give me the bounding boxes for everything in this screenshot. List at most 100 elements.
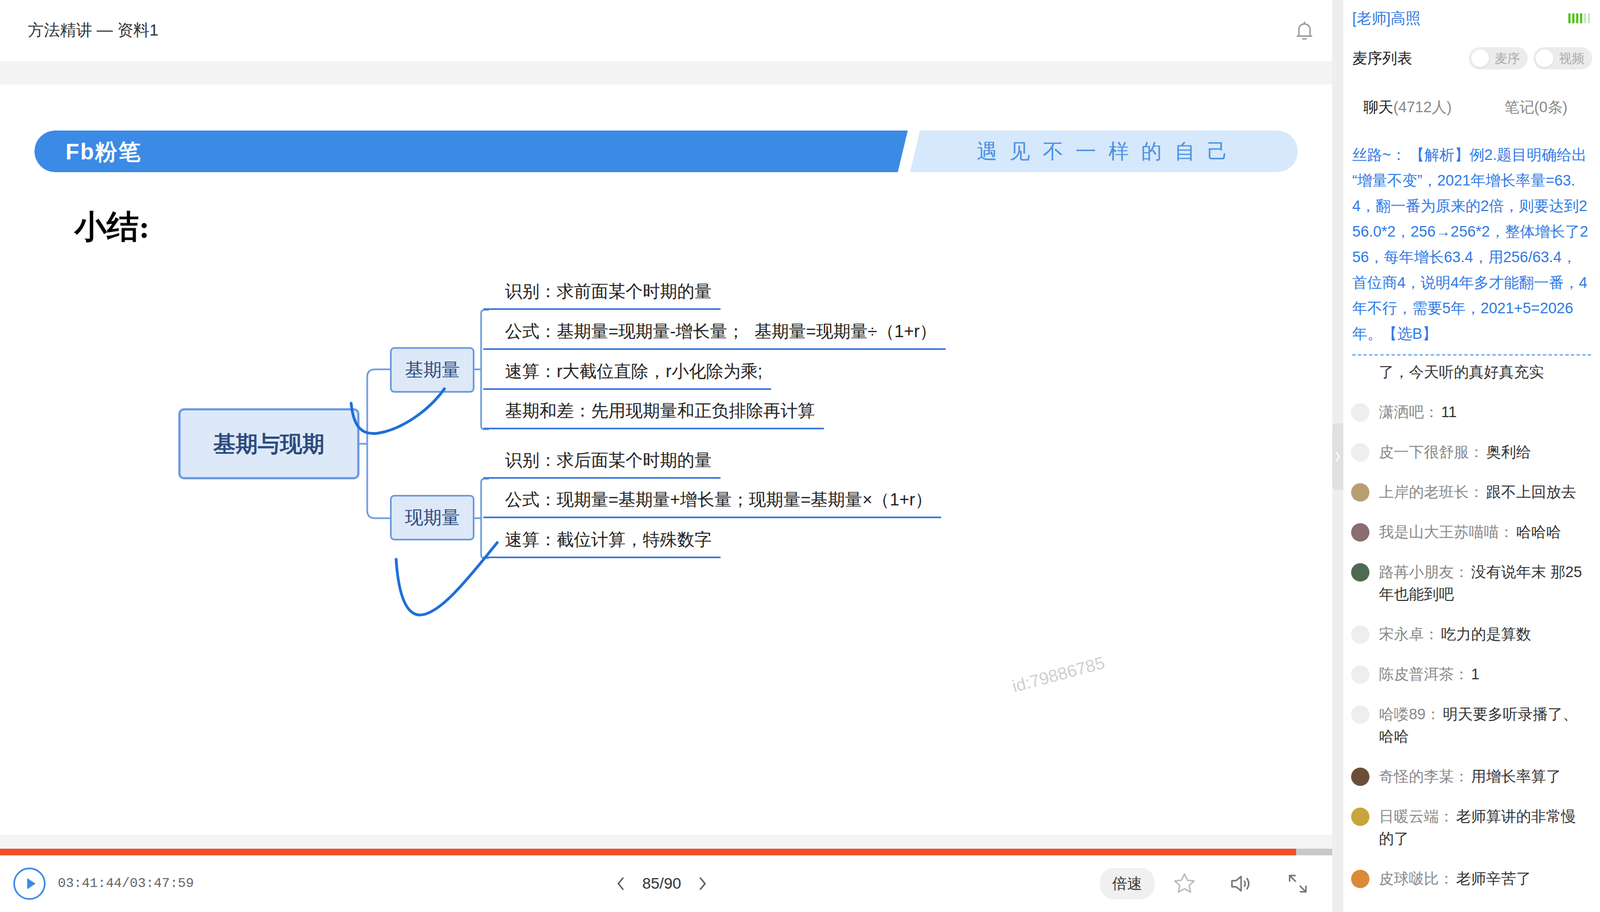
toggle-knob xyxy=(1471,49,1489,68)
chevron-right-icon xyxy=(1334,450,1342,464)
bottom-gap xyxy=(0,835,1333,849)
chat-message: 皮一下很舒服：奥利给 xyxy=(1351,441,1590,464)
avatar-photo[interactable] xyxy=(1351,870,1370,889)
player-area: 方法精讲 — 资料1 Fb粉笔遇 见 不 一 样 的 自 己小结:基期与现期基期… xyxy=(0,0,1333,912)
branch-label: 现期量 xyxy=(405,503,460,532)
message-separator: ： xyxy=(1438,808,1454,825)
message-user[interactable]: 我是山大王苏喵喵 xyxy=(1378,523,1499,541)
avatar-photo[interactable] xyxy=(1351,523,1370,542)
toggle-label: 视频 xyxy=(1558,48,1585,69)
progress-track[interactable] xyxy=(0,848,1333,856)
chat-tab[interactable]: 笔记(0条) xyxy=(1471,96,1600,119)
message-body: 潇洒吧：11 xyxy=(1378,401,1590,424)
signal-bar xyxy=(1572,13,1575,24)
toggle-label: 麦序 xyxy=(1494,48,1520,69)
top-gap xyxy=(0,61,1333,85)
message-text: 哈哈哈 xyxy=(1516,523,1562,541)
page-indicator: 85/90 xyxy=(642,872,682,896)
tab-count: (0条) xyxy=(1534,96,1568,119)
avatar-placeholder[interactable] xyxy=(1351,625,1370,644)
message-separator: ： xyxy=(1498,523,1514,541)
message-separator: ： xyxy=(1423,403,1439,421)
chat-message: 潇洒吧：11 xyxy=(1351,401,1590,424)
chat-message: 奇怪的李某：用增长率算了 xyxy=(1351,765,1590,788)
collapse-tab[interactable] xyxy=(1332,423,1344,490)
message-body: 路苒小朋友：没有说年末 那25年也能到吧 xyxy=(1378,561,1590,606)
message-body: 上岸的老班长：跟不上回放去 xyxy=(1378,481,1590,504)
message-separator: ： xyxy=(1423,626,1439,643)
teacher-row: [老师]高照 xyxy=(1343,0,1600,37)
root-label: 基期与现期 xyxy=(213,427,325,461)
watermark: id:79886785 xyxy=(1009,650,1108,700)
signal-meter xyxy=(1568,13,1590,24)
toggle-knob xyxy=(1535,49,1554,68)
fullscreen-icon[interactable] xyxy=(1285,871,1310,897)
chat-tab[interactable]: 聊天(4712人) xyxy=(1343,96,1472,119)
message-user[interactable]: 上岸的老班长 xyxy=(1378,483,1469,501)
play-icon xyxy=(24,877,37,891)
chevron-right-icon[interactable] xyxy=(696,875,708,893)
banner-logo-area: Fb粉笔 xyxy=(34,130,908,173)
tab-label: 聊天 xyxy=(1363,96,1394,119)
message-user[interactable]: 皮一下很舒服 xyxy=(1378,443,1469,461)
mindmap-leaf: 公式：基期量=现期量-增长量； 基期量=现期量÷（1+r） xyxy=(483,319,946,350)
mic-list-title: 麦序列表 xyxy=(1352,47,1413,70)
chat-tabs: 聊天(4712人)笔记(0条) xyxy=(1343,80,1600,135)
brand-logo: Fb粉笔 xyxy=(65,135,142,169)
branch-label: 基期量 xyxy=(405,356,460,384)
avatar-photo[interactable] xyxy=(1351,483,1370,502)
speaker-icon[interactable] xyxy=(1228,871,1254,897)
avatar-photo[interactable] xyxy=(1351,767,1370,787)
toggle-group: 麦序 视频 xyxy=(1468,47,1593,70)
pinned-divider xyxy=(1352,354,1592,356)
avatar-placeholder[interactable] xyxy=(1351,443,1370,462)
avatar-placeholder[interactable] xyxy=(1351,705,1370,724)
mindmap-leaf: 速算：r大截位直除，r小化除为乘; xyxy=(483,359,772,390)
message-body: 宋永卓：吃力的是算数 xyxy=(1378,623,1590,646)
toggle-switch[interactable]: 麦序 xyxy=(1468,47,1528,70)
message-user[interactable]: 奇怪的李某 xyxy=(1378,768,1454,785)
pinned-user: 丝路~： xyxy=(1352,146,1407,164)
message-body: 奇怪的李某：用增长率算了 xyxy=(1378,765,1590,788)
signal-bar xyxy=(1568,13,1571,24)
bell-icon[interactable] xyxy=(1294,19,1315,42)
avatar-placeholder[interactable] xyxy=(1351,665,1370,684)
avatar-photo[interactable] xyxy=(1351,563,1370,582)
slide-banner: Fb粉笔遇 见 不 一 样 的 自 己 xyxy=(34,130,1298,173)
tab-label: 笔记 xyxy=(1504,96,1535,119)
signal-bar xyxy=(1583,13,1587,24)
mindmap-leaf: 速算：截位计算，特殊数字 xyxy=(483,527,721,559)
mindmap-leaf: 公式：现期量=基期量+增长量；现期量=基期量×（1+r） xyxy=(483,487,942,519)
pen-annotations xyxy=(0,84,1333,835)
message-user[interactable]: 潇洒吧 xyxy=(1378,403,1424,421)
message-user[interactable]: 皮球啵比 xyxy=(1378,870,1439,888)
message-user[interactable]: 日暖云端 xyxy=(1378,808,1439,825)
mindmap-branch: 现期量 xyxy=(390,495,475,541)
avatar-photo[interactable] xyxy=(1351,807,1370,827)
message-user[interactable]: 哈喽89 xyxy=(1378,706,1426,723)
tab-count: (4712人) xyxy=(1393,96,1452,119)
chevron-left-icon[interactable] xyxy=(615,875,627,893)
toggle-switch[interactable]: 视频 xyxy=(1533,47,1593,70)
chat-panel: [老师]高照麦序列表麦序视频聊天(4712人)笔记(0条)丝路~：【解析】例2.… xyxy=(1343,0,1600,912)
avatar-placeholder[interactable] xyxy=(1351,403,1370,422)
chat-message: 陈皮普洱茶：1 xyxy=(1351,663,1590,686)
chat-message: 宋永卓：吃力的是算数 xyxy=(1351,623,1590,646)
message-separator: ： xyxy=(1468,483,1484,501)
chat-message: 皮球啵比：老师辛苦了 xyxy=(1351,867,1590,890)
mindmap-leaf: 基期和差：先用现期量和正负排除再计算 xyxy=(483,398,824,430)
message-user[interactable]: 陈皮普洱茶 xyxy=(1378,666,1454,683)
message-user[interactable]: 路苒小朋友 xyxy=(1378,563,1454,581)
mindmap-leaf: 识别：求前面某个时期的量 xyxy=(483,279,721,310)
star-icon[interactable] xyxy=(1172,871,1197,897)
pinned-message: 丝路~：【解析】例2.题目明确给出“增量不变”，2021年增长率量=63.4，翻… xyxy=(1343,142,1600,347)
play-button[interactable] xyxy=(13,867,46,900)
message-user[interactable]: 宋永卓 xyxy=(1378,626,1424,643)
control-bar: 03:41:44/03:47:5985/90倍速 xyxy=(0,855,1333,912)
signal-bar xyxy=(1580,13,1583,24)
teacher-name: [老师]高照 xyxy=(1352,7,1421,30)
speed-button[interactable]: 倍速 xyxy=(1100,868,1155,900)
message-separator: ： xyxy=(1468,443,1484,461)
message-text: 用增长率算了 xyxy=(1471,768,1562,785)
panel-gutter xyxy=(1332,0,1344,912)
